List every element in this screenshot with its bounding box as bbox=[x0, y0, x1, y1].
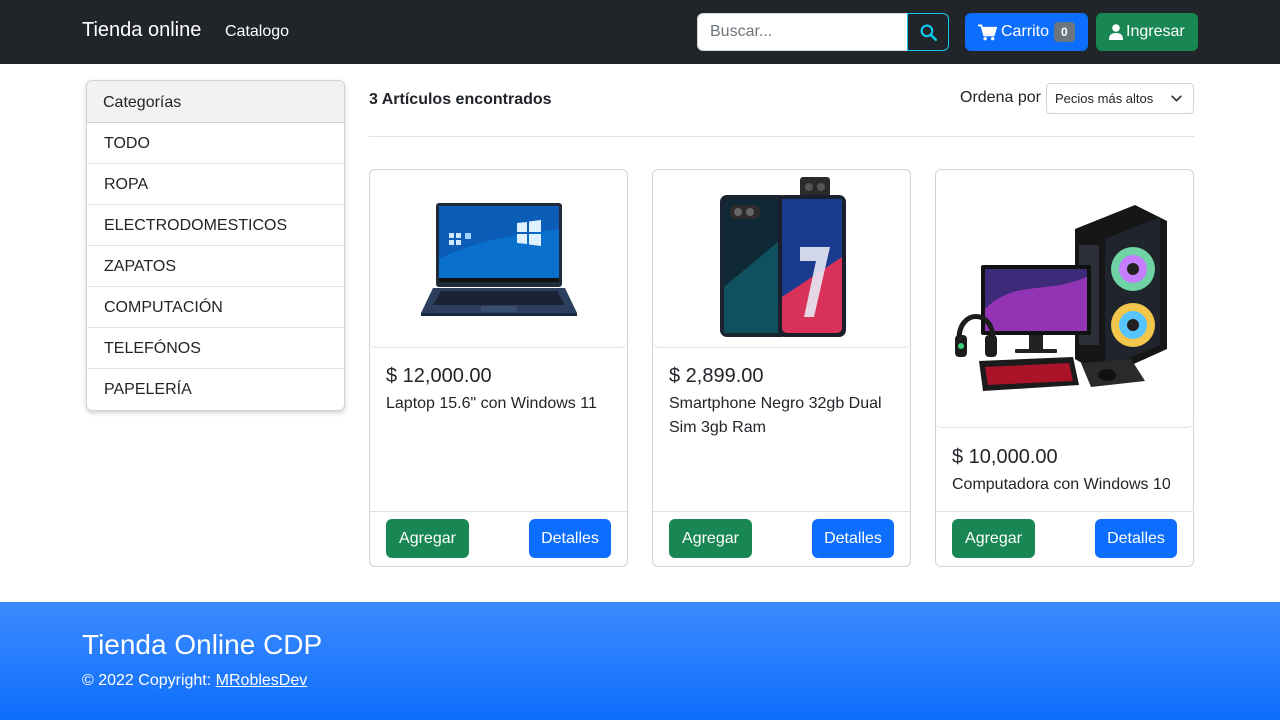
cart-button[interactable]: Carrito 0 bbox=[965, 13, 1088, 51]
product-card: $ 10,000.00 Computadora con Windows 10 A… bbox=[935, 169, 1194, 567]
smartphone-image bbox=[719, 176, 846, 337]
category-item-todo[interactable]: TODO bbox=[87, 123, 344, 164]
brand-logo[interactable]: Tienda online bbox=[82, 19, 201, 42]
footer-title: Tienda Online CDP bbox=[82, 629, 323, 660]
product-image[interactable] bbox=[370, 170, 627, 348]
divider bbox=[369, 136, 1194, 137]
sort-label: Ordena por bbox=[960, 89, 1041, 106]
cart-icon bbox=[978, 23, 997, 40]
product-card: $ 12,000.00 Laptop 15.6" con Windows 11 … bbox=[369, 169, 628, 567]
category-item-zapatos[interactable]: ZAPATOS bbox=[87, 246, 344, 287]
product-card: $ 2,899.00 Smartphone Negro 32gb Dual Si… bbox=[652, 169, 911, 567]
details-button[interactable]: Detalles bbox=[1095, 519, 1177, 558]
category-item-electrodomesticos[interactable]: ELECTRODOMESTICOS bbox=[87, 205, 344, 246]
category-item-papeleria[interactable]: PAPELERÍA bbox=[87, 369, 344, 410]
footer: Tienda Online CDP © 2022 Copyright: MRob… bbox=[0, 602, 1280, 720]
footer-copyright: © 2022 Copyright: MRoblesDev bbox=[82, 672, 307, 690]
user-icon bbox=[1109, 24, 1123, 40]
chevron-down-icon bbox=[1171, 95, 1182, 102]
product-title: Smartphone Negro 32gb Dual Sim 3gb Ram bbox=[669, 395, 882, 436]
nav-link-catalogo[interactable]: Catalogo bbox=[225, 23, 289, 41]
product-image[interactable] bbox=[936, 170, 1193, 428]
category-item-telefonos[interactable]: TELEFÓNOS bbox=[87, 328, 344, 369]
navbar: Tienda online Catalogo Carrito 0 Ingresa… bbox=[0, 0, 1280, 64]
search-button[interactable] bbox=[907, 13, 949, 51]
cart-count-badge: 0 bbox=[1054, 22, 1075, 42]
product-image[interactable] bbox=[653, 170, 910, 348]
product-price: $ 10,000.00 bbox=[952, 446, 1058, 468]
laptop-image bbox=[420, 202, 577, 316]
login-label: Ingresar bbox=[1126, 23, 1185, 40]
sort-select[interactable]: Pecios más altos bbox=[1046, 83, 1194, 114]
sort-selected-value: Pecios más altos bbox=[1055, 91, 1154, 106]
results-count: 3 Artículos encontrados bbox=[369, 91, 552, 108]
card-footer: Agregar Detalles bbox=[370, 511, 627, 566]
categories-panel: Categorías TODO ROPA ELECTRODOMESTICOS Z… bbox=[86, 80, 345, 411]
add-to-cart-button[interactable]: Agregar bbox=[952, 519, 1035, 558]
cart-label: Carrito bbox=[1001, 23, 1050, 40]
product-price: $ 12,000.00 bbox=[386, 365, 492, 387]
copyright-text: © 2022 Copyright: bbox=[82, 672, 212, 689]
product-title: Laptop 15.6" con Windows 11 bbox=[386, 395, 597, 412]
details-button[interactable]: Detalles bbox=[812, 519, 894, 558]
details-button[interactable]: Detalles bbox=[529, 519, 611, 558]
desktop-computer-image bbox=[954, 204, 1167, 391]
login-button[interactable]: Ingresar bbox=[1096, 13, 1198, 51]
add-to-cart-button[interactable]: Agregar bbox=[386, 519, 469, 558]
card-footer: Agregar Detalles bbox=[653, 511, 910, 566]
card-footer: Agregar Detalles bbox=[936, 511, 1193, 566]
search-icon bbox=[920, 24, 937, 41]
search-input[interactable] bbox=[697, 13, 908, 51]
product-title: Computadora con Windows 10 bbox=[952, 476, 1171, 493]
product-price: $ 2,899.00 bbox=[669, 365, 764, 387]
categories-header: Categorías bbox=[87, 81, 344, 123]
category-item-ropa[interactable]: ROPA bbox=[87, 164, 344, 205]
add-to-cart-button[interactable]: Agregar bbox=[669, 519, 752, 558]
author-link[interactable]: MRoblesDev bbox=[216, 672, 308, 689]
category-item-computacion[interactable]: COMPUTACIÓN bbox=[87, 287, 344, 328]
